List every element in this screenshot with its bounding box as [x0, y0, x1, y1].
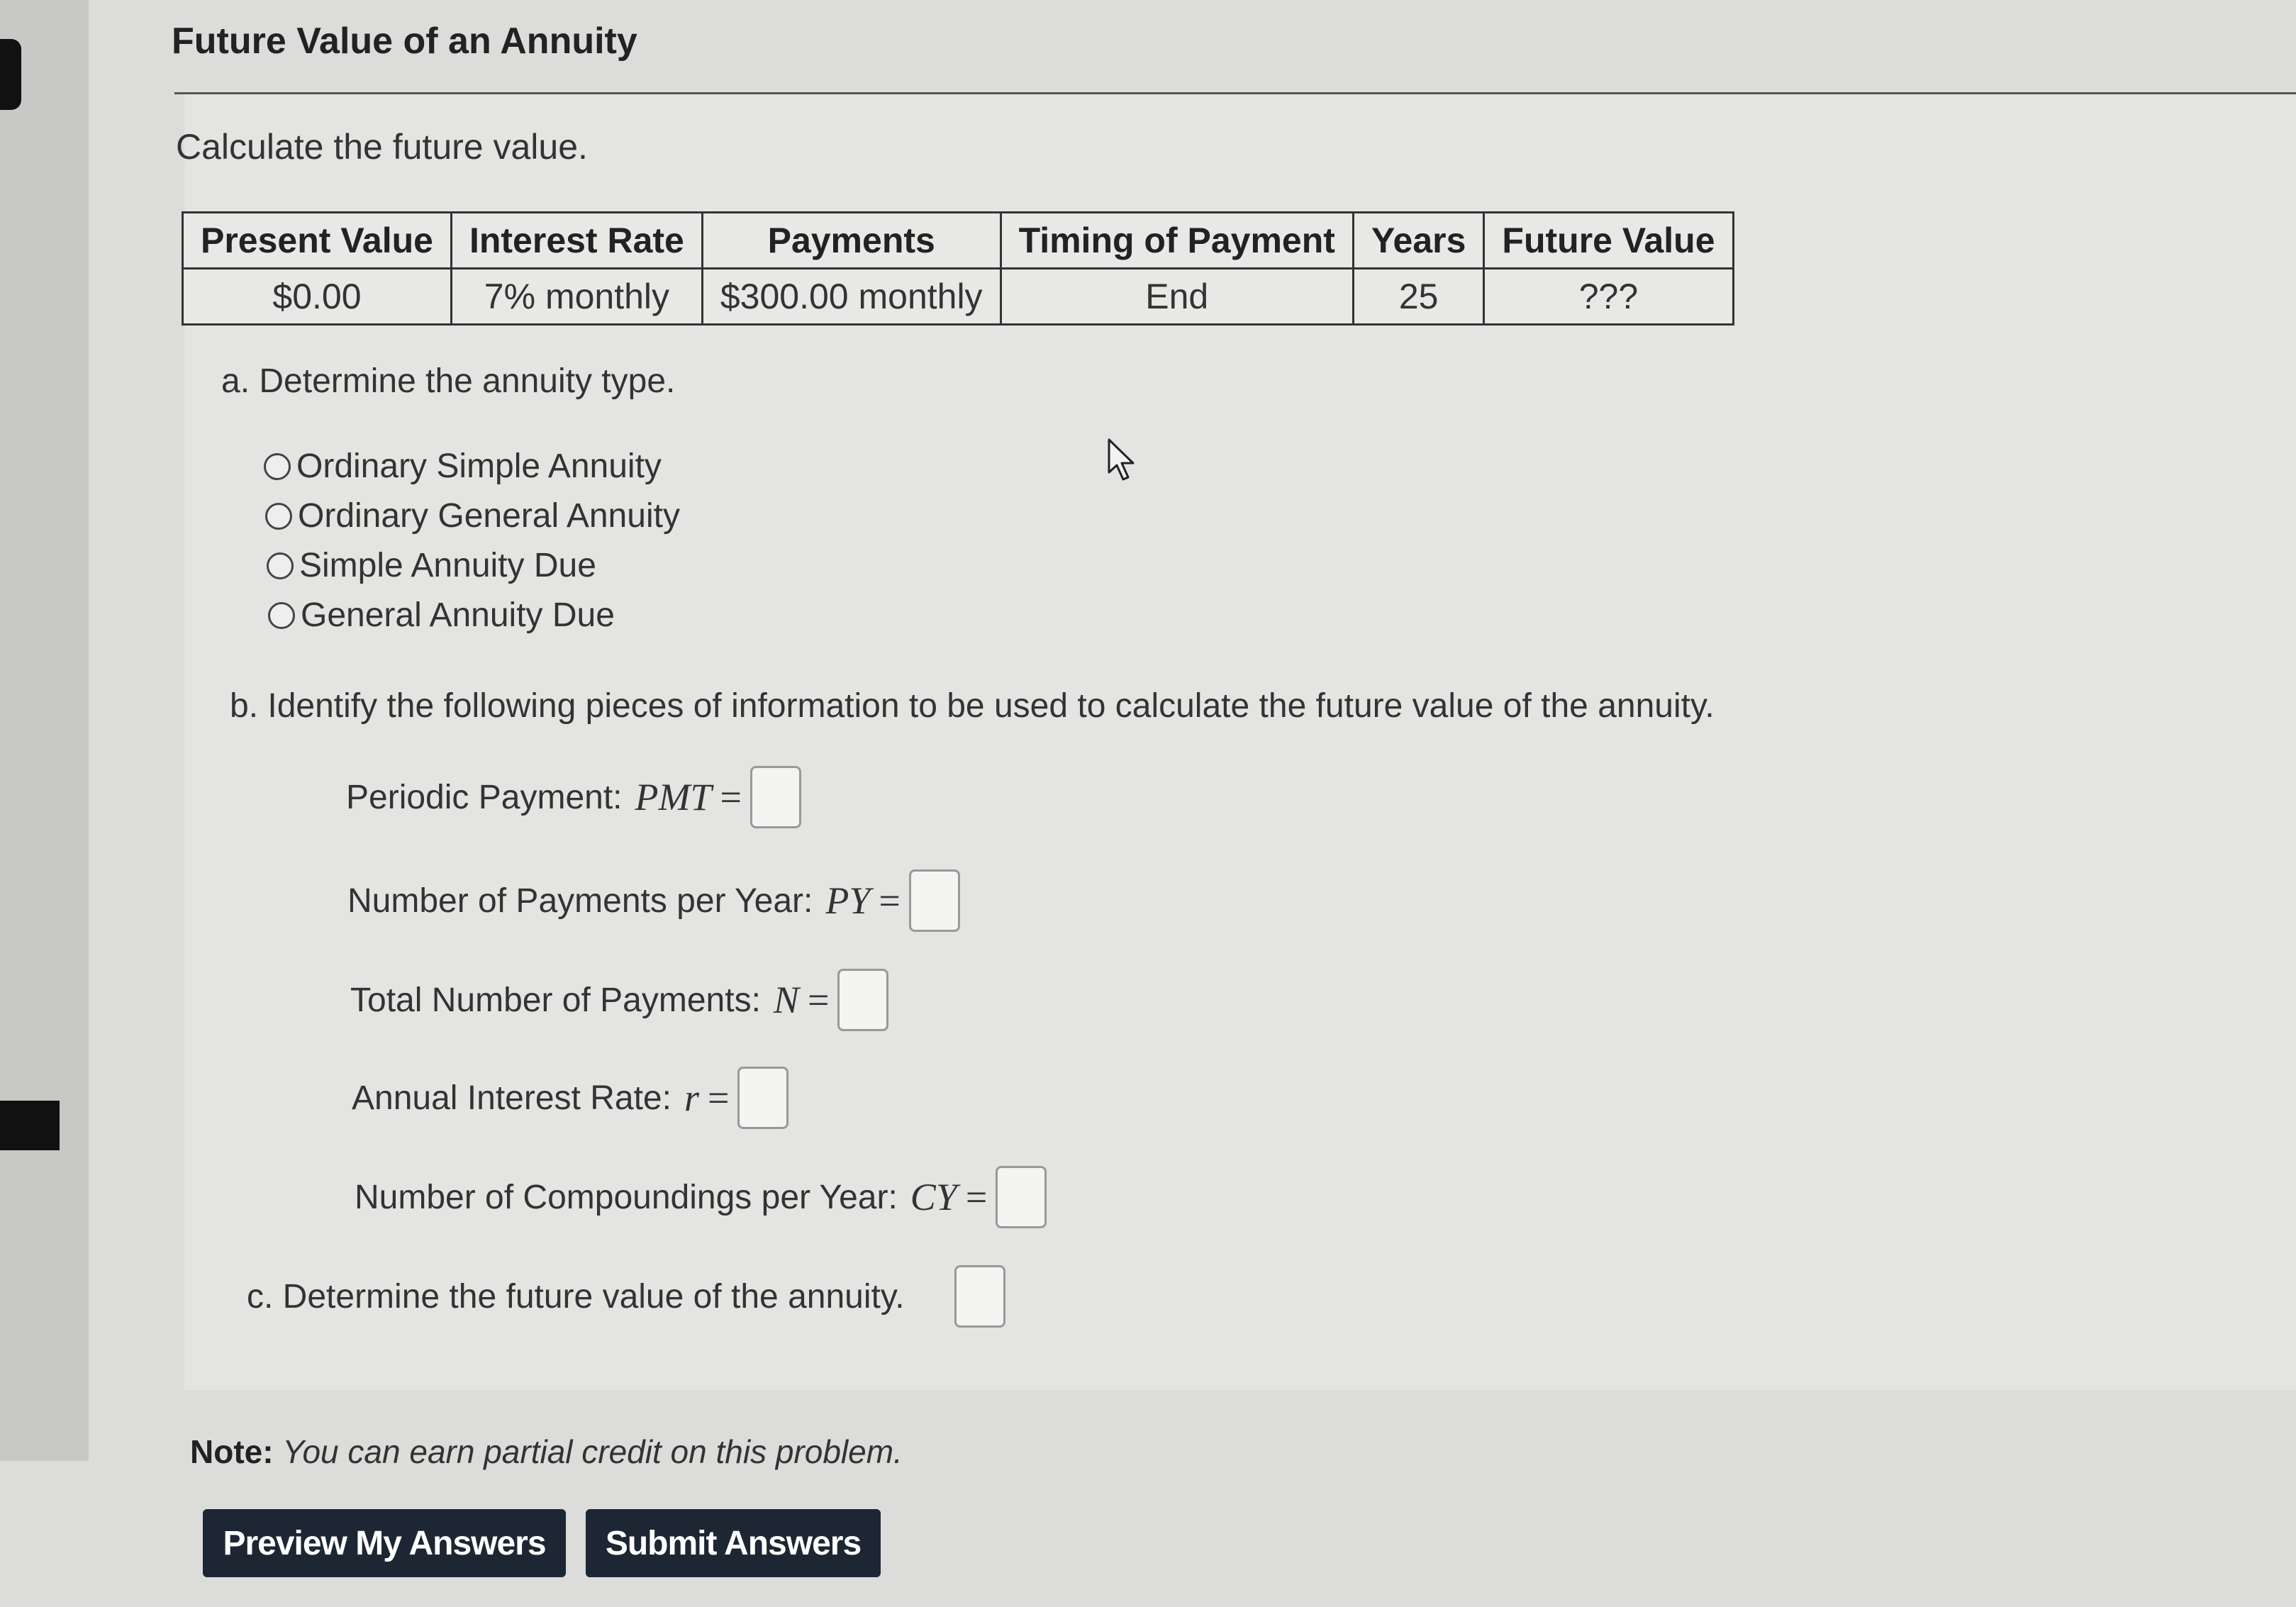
annuity-data-table: Present Value Interest Rate Payments Tim… [182, 211, 1734, 326]
part-b-prompt: b. Identify the following pieces of info… [230, 687, 1715, 725]
page: Future Value of an Annuity Calculate the… [0, 0, 2296, 1607]
part-c-prompt: c. Determine the future value of the ann… [247, 1277, 905, 1316]
part-c-row: c. Determine the future value of the ann… [247, 1265, 1005, 1328]
n-field-row: Total Number of Payments: N = [350, 969, 889, 1031]
option-label: Ordinary Simple Annuity [296, 447, 662, 485]
table-header: Interest Rate [450, 211, 703, 269]
field-label: Total Number of Payments: [350, 981, 761, 1019]
table-cell: $0.00 [182, 267, 452, 326]
py-answer-input[interactable] [908, 869, 960, 932]
equals-sign: = [807, 979, 830, 1021]
field-label: Number of Compoundings per Year: [355, 1178, 898, 1216]
note-text: You can earn partial credit on this prob… [282, 1433, 903, 1470]
partial-credit-note: Note: You can earn partial credit on thi… [190, 1433, 903, 1471]
equals-sign: = [707, 1077, 730, 1119]
problem-title: Future Value of an Annuity [172, 21, 637, 62]
r-answer-input[interactable] [737, 1067, 789, 1129]
sidebar-marker [0, 1101, 60, 1150]
cy-answer-input[interactable] [996, 1166, 1047, 1228]
option-label: General Annuity Due [301, 596, 615, 634]
field-label: Periodic Payment: [346, 778, 623, 816]
pmt-field-row: Periodic Payment: PMT = [346, 766, 801, 828]
preview-answers-button[interactable]: Preview My Answers [203, 1509, 566, 1577]
table-header: Payments [701, 211, 1002, 269]
option-ordinary-simple-annuity[interactable]: Ordinary Simple Annuity [264, 447, 662, 486]
py-field-row: Number of Payments per Year: PY = [347, 869, 960, 932]
option-simple-annuity-due[interactable]: Simple Annuity Due [267, 546, 596, 585]
table-header-row: Present Value Interest Rate Payments Tim… [182, 211, 1734, 269]
equals-sign: = [879, 879, 901, 922]
future-value-answer-input[interactable] [954, 1265, 1005, 1328]
n-answer-input[interactable] [837, 969, 889, 1031]
option-label: Simple Annuity Due [299, 547, 596, 584]
r-field-row: Annual Interest Rate: r = [352, 1067, 789, 1129]
equals-sign: = [720, 776, 742, 818]
radio-button[interactable] [264, 452, 291, 480]
math-symbol: r [684, 1077, 699, 1119]
table-cell: 25 [1352, 267, 1486, 326]
radio-button[interactable] [267, 552, 294, 579]
math-symbol: CY [910, 1176, 957, 1218]
note-label: Note: [190, 1433, 274, 1470]
part-a-prompt: a. Determine the annuity type. [221, 362, 676, 400]
submit-answers-button[interactable]: Submit Answers [586, 1509, 881, 1577]
title-divider [174, 92, 2296, 94]
table-header: Timing of Payment [999, 211, 1354, 269]
equals-sign: = [965, 1176, 988, 1218]
math-symbol: PMT [635, 776, 712, 818]
table-header: Present Value [182, 211, 452, 269]
field-label: Annual Interest Rate: [352, 1079, 671, 1117]
left-sidebar-strip [0, 0, 89, 1461]
problem-instruction: Calculate the future value. [176, 127, 588, 167]
table-cell: $300.00 monthly [701, 267, 1002, 326]
option-label: Ordinary General Annuity [298, 497, 680, 535]
math-symbol: N [773, 979, 799, 1021]
sidebar-toggle-tab[interactable] [0, 39, 21, 110]
table-cell: 7% monthly [450, 267, 703, 326]
table-header: Future Value [1483, 211, 1734, 269]
table-header: Years [1352, 211, 1486, 269]
radio-button[interactable] [265, 502, 292, 530]
cy-field-row: Number of Compoundings per Year: CY = [355, 1166, 1047, 1228]
option-general-annuity-due[interactable]: General Annuity Due [268, 596, 615, 635]
option-ordinary-general-annuity[interactable]: Ordinary General Annuity [265, 496, 680, 535]
radio-button[interactable] [268, 601, 295, 629]
table-row: $0.00 7% monthly $300.00 monthly End 25 … [182, 267, 1734, 326]
math-symbol: PY [825, 879, 871, 922]
field-label: Number of Payments per Year: [347, 882, 813, 920]
mouse-cursor-icon [1108, 438, 1135, 481]
table-cell: End [999, 267, 1354, 326]
table-cell: ??? [1483, 267, 1734, 326]
pmt-answer-input[interactable] [749, 766, 801, 828]
